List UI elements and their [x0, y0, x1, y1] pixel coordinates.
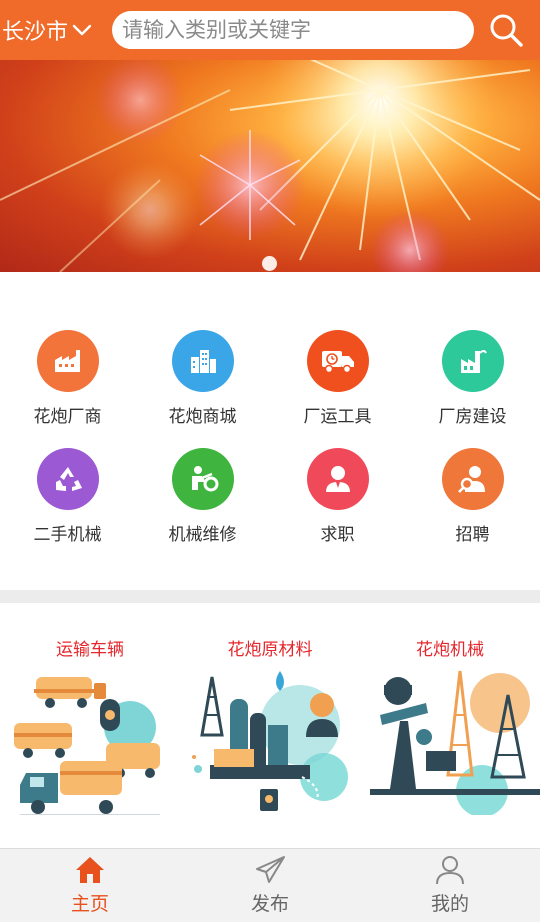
category-label: 求职: [320, 525, 355, 545]
feature-card-machinery[interactable]: 花炮机械: [360, 603, 540, 848]
nav-home[interactable]: 主页: [0, 849, 180, 922]
nav-label: 主页: [70, 893, 109, 915]
feature-card-vehicles[interactable]: 运输车辆: [0, 603, 180, 848]
person-icon: [306, 448, 369, 510]
nav-label: 我的: [430, 893, 469, 915]
bottom-nav: 主页 发布 我的: [0, 848, 540, 922]
fireworks-image: [0, 60, 540, 272]
feature-title: 花炮原材料: [227, 640, 313, 660]
nav-profile[interactable]: 我的: [360, 849, 540, 922]
search-icon[interactable]: [488, 12, 524, 48]
banner-carousel[interactable]: [0, 60, 540, 272]
feature-title: 花炮机械: [416, 640, 484, 660]
category-label: 二手机械: [33, 525, 102, 545]
vehicles-illustration: [14, 677, 160, 815]
repair-icon: [171, 448, 234, 510]
nav-publish[interactable]: 发布: [180, 849, 360, 922]
feature-section: 运输车辆 花炮原材料 花炮机械: [0, 603, 540, 848]
feature-title: 运输车辆: [56, 640, 124, 660]
category-item[interactable]: 求职: [270, 448, 405, 558]
city-label: 长沙市: [2, 20, 69, 45]
category-label: 花炮厂商: [33, 407, 102, 427]
top-bar: 长沙市: [0, 0, 540, 60]
plant-icon: [441, 330, 504, 392]
category-label: 厂房建设: [438, 407, 507, 427]
truck-icon: [306, 330, 369, 392]
category-label: 招聘: [455, 525, 490, 545]
app-root: 长沙市 请输入类别或关键字 花炮厂商 花炮商城 厂运工具 厂房建设 二手机械 机…: [0, 0, 540, 922]
city-selector[interactable]: 长沙市: [0, 14, 112, 46]
section-divider: [0, 590, 540, 603]
recruit-icon: [441, 448, 504, 510]
search-input[interactable]: [122, 18, 474, 42]
category-item[interactable]: 厂房建设: [405, 330, 540, 440]
home-icon: [76, 857, 104, 883]
send-icon: [256, 856, 285, 883]
recycle-icon: [36, 448, 99, 510]
category-item[interactable]: 二手机械: [0, 448, 135, 558]
carousel-dot[interactable]: [262, 256, 277, 271]
factory-icon: [36, 330, 99, 392]
feature-card-materials[interactable]: 花炮原材料: [180, 603, 360, 848]
category-item[interactable]: 招聘: [405, 448, 540, 558]
category-grid: 花炮厂商 花炮商城 厂运工具 厂房建设 二手机械 机械维修 求职 招聘: [0, 272, 540, 590]
category-label: 机械维修: [168, 525, 237, 545]
profile-icon: [436, 856, 464, 885]
category-item[interactable]: 厂运工具: [270, 330, 405, 440]
chevron-down-icon: [72, 24, 92, 36]
materials-illustration: [192, 671, 348, 814]
buildings-icon: [171, 330, 234, 392]
category-item[interactable]: 机械维修: [135, 448, 270, 558]
category-item[interactable]: 花炮商城: [135, 330, 270, 440]
category-label: 花炮商城: [168, 407, 237, 427]
machinery-illustration: [370, 670, 540, 815]
category-label: 厂运工具: [303, 407, 372, 427]
nav-label: 发布: [250, 893, 289, 915]
category-item[interactable]: 花炮厂商: [0, 330, 135, 440]
search-bar[interactable]: [112, 11, 474, 49]
